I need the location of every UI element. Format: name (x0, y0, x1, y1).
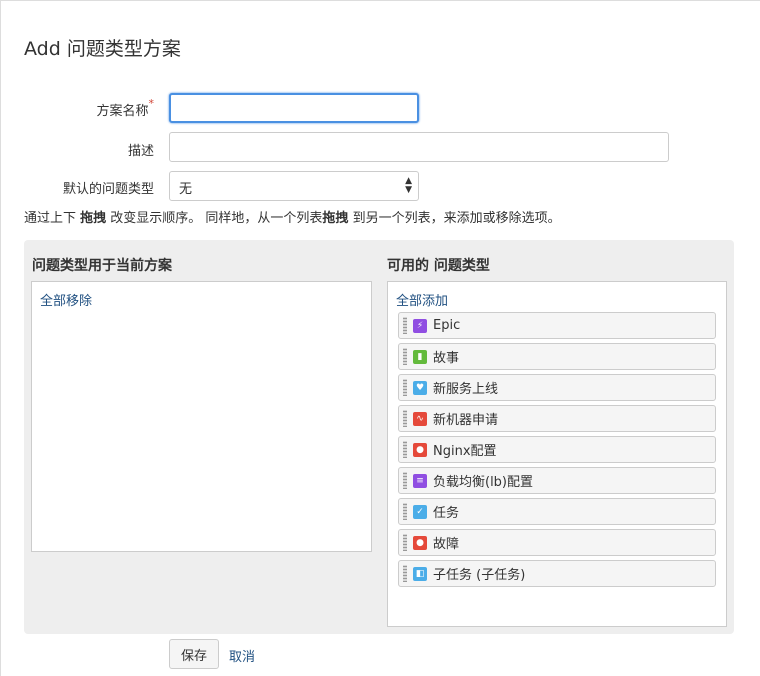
page-title: Add 问题类型方案 (24, 38, 181, 60)
bug-icon: ● (413, 535, 427, 550)
issue-type-item[interactable]: ✓ 任务 (398, 498, 716, 525)
issue-type-item[interactable]: ▮ 故事 (398, 343, 716, 370)
scheme-name-input[interactable] (169, 93, 419, 123)
issue-type-label: 新机器申请 (433, 413, 499, 428)
issue-type-item[interactable]: ∿ 新机器申请 (398, 405, 716, 432)
drag-handle-icon[interactable] (403, 565, 407, 582)
bug-icon: ● (413, 442, 427, 457)
document-icon: ≡ (413, 473, 427, 488)
drag-handle-icon[interactable] (403, 348, 407, 365)
name-label-text: 方案名称 (96, 104, 149, 119)
issue-type-label: 子任务 (子任务) (433, 568, 526, 583)
issue-type-item[interactable]: ♥ 新服务上线 (398, 374, 716, 401)
description-input[interactable] (169, 132, 669, 162)
help-part1: 通过上下 (24, 211, 81, 226)
issue-type-label: 故事 (433, 351, 460, 366)
help-text: 通过上下 拖拽 改变显示顺序。 同样地，从一个列表拖拽 到另一个列表，来添加或移… (24, 207, 561, 226)
issue-type-item[interactable]: ● Nginx配置 (398, 436, 716, 463)
name-label: 方案名称* (14, 97, 155, 119)
help-part3: 到另一个列表，来添加或移除选项。 (348, 211, 561, 226)
pulse-icon: ∿ (413, 411, 427, 426)
default-type-label: 默认的问题类型 (62, 182, 154, 197)
issue-type-label: 负载均衡(lb)配置 (433, 475, 534, 490)
issue-type-label: 新服务上线 (433, 382, 499, 397)
issue-type-item[interactable]: ≡ 负载均衡(lb)配置 (398, 467, 716, 494)
current-types-list[interactable]: 全部移除 (31, 281, 372, 552)
drag-handle-icon[interactable] (403, 472, 407, 489)
available-types-title: 可用的 问题类型 (387, 258, 490, 274)
drag-handle-icon[interactable] (403, 379, 407, 396)
available-types-list[interactable]: 全部添加 ⚡ Epic ▮ 故事 ♥ 新服务上线 ∿ 新机器申请 ● Nginx配置 ≡ 负载均衡(l… (387, 281, 727, 627)
story-icon: ▮ (413, 349, 427, 364)
description-label: 描述 (127, 144, 154, 159)
help-bold2: 拖拽 (322, 211, 349, 226)
checkbox-icon: ✓ (413, 504, 427, 519)
subtask-icon: ◧ (413, 566, 427, 581)
issue-type-label: Nginx配置 (433, 444, 497, 459)
window-top-border (0, 0, 760, 4)
remove-all-link[interactable]: 全部移除 (40, 290, 92, 309)
cancel-link[interactable]: 取消 (229, 646, 255, 665)
drag-handle-icon[interactable] (403, 317, 407, 334)
default-type-select[interactable]: 无 ▲ ▼ (169, 171, 419, 201)
select-arrows-icon: ▲ ▼ (405, 176, 412, 195)
required-mark: * (148, 97, 155, 110)
drag-handle-icon[interactable] (403, 503, 407, 520)
help-part2: 改变显示顺序。 同样地，从一个列表 (106, 211, 323, 226)
drag-handle-icon[interactable] (403, 441, 407, 458)
drag-handle-icon[interactable] (403, 534, 407, 551)
issue-type-lists-panel: 问题类型用于当前方案 全部移除 可用的 问题类型 全部添加 ⚡ Epic ▮ 故事 ♥ 新… (24, 240, 734, 634)
issue-type-item[interactable]: ◧ 子任务 (子任务) (398, 560, 716, 587)
issue-type-label: 任务 (433, 506, 460, 521)
issue-type-item[interactable]: ● 故障 (398, 529, 716, 556)
drag-handle-icon[interactable] (403, 410, 407, 427)
add-all-link[interactable]: 全部添加 (396, 290, 448, 309)
issue-type-label: Epic (433, 318, 461, 333)
help-bold1: 拖拽 (80, 211, 107, 226)
issue-type-label: 故障 (433, 537, 460, 552)
save-button[interactable]: 保存 (169, 639, 219, 669)
issue-type-item[interactable]: ⚡ Epic (398, 312, 716, 339)
epic-icon: ⚡ (413, 318, 427, 333)
window-left-border (0, 0, 4, 676)
heart-icon: ♥ (413, 380, 427, 395)
default-type-value: 无 (179, 182, 193, 197)
current-scheme-types-title: 问题类型用于当前方案 (32, 258, 172, 274)
